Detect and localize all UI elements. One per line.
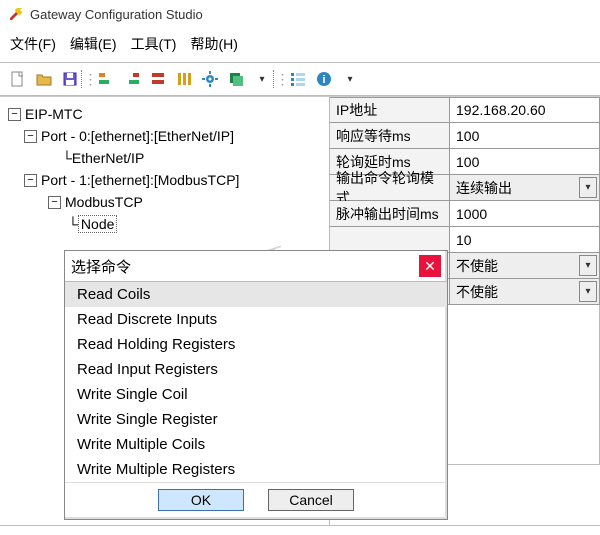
tree-port0-child-label: EtherNet/IP — [72, 150, 144, 166]
property-row: 脉冲输出时间ms 1000 — [330, 201, 600, 227]
toolbar-separator: ⋮ — [86, 68, 90, 90]
tool-align-right-icon[interactable] — [120, 67, 144, 91]
tool-list-icon[interactable] — [286, 67, 310, 91]
property-select[interactable]: 连续输出 ▾ — [450, 175, 600, 201]
property-input[interactable]: 192.168.20.60 — [450, 97, 600, 123]
property-value-text: 连续输出 — [456, 178, 512, 198]
property-select[interactable]: 不使能 ▾ — [450, 253, 600, 279]
property-value-text: 100 — [456, 154, 479, 170]
menu-edit[interactable]: 编辑(E) — [70, 34, 117, 54]
tree-expander-icon[interactable]: − — [24, 174, 37, 187]
command-option[interactable]: Write Multiple Registers — [65, 457, 447, 482]
save-icon[interactable] — [58, 67, 82, 91]
open-icon[interactable] — [32, 67, 56, 91]
property-label: IP地址 — [330, 97, 450, 123]
property-label: 响应等待ms — [330, 123, 450, 149]
command-option[interactable]: Write Single Register — [65, 407, 447, 432]
command-option[interactable]: Read Coils — [65, 282, 447, 307]
property-label: 输出命令轮询模式 — [330, 175, 450, 201]
toolbar: ⋮ ▾ ⋮ i ▾ — [0, 62, 600, 96]
dialog-header: 选择命令 ✕ — [65, 251, 447, 281]
property-row: 输出命令轮询模式连续输出 ▾ — [330, 175, 600, 201]
tree-expander-icon[interactable]: − — [24, 130, 37, 143]
select-command-dialog: 选择命令 ✕ Read CoilsRead Discrete InputsRea… — [64, 250, 448, 520]
cancel-button[interactable]: Cancel — [268, 489, 354, 511]
command-option[interactable]: Read Input Registers — [65, 357, 447, 382]
dialog-list[interactable]: Read CoilsRead Discrete InputsRead Holdi… — [65, 281, 447, 482]
chevron-down-icon[interactable]: ▾ — [579, 255, 597, 276]
tool-align-left-icon[interactable] — [94, 67, 118, 91]
dialog-buttons: OK Cancel — [65, 482, 447, 519]
property-value-text: 不使能 — [456, 256, 498, 276]
command-option[interactable]: Read Holding Registers — [65, 332, 447, 357]
property-input[interactable]: 100 — [450, 123, 600, 149]
tree-node-label: Node — [78, 215, 117, 233]
chevron-down-icon[interactable]: ▾ — [579, 177, 597, 198]
close-icon[interactable]: ✕ — [419, 255, 441, 277]
tool-layers-icon[interactable] — [224, 67, 248, 91]
tool-gear-icon[interactable] — [198, 67, 222, 91]
tree-port1[interactable]: − Port - 1:[ethernet]:[ModbusTCP] — [4, 169, 325, 191]
tool-bars-icon[interactable] — [172, 67, 196, 91]
property-label: 脉冲输出时间ms — [330, 201, 450, 227]
command-option[interactable]: Write Multiple Coils — [65, 432, 447, 457]
tree-expander-icon[interactable]: − — [48, 196, 61, 209]
app-icon — [8, 6, 24, 22]
tool-info-dropdown-icon[interactable]: ▾ — [338, 67, 362, 91]
tree-port0-child[interactable]: └EtherNet/IP — [4, 147, 325, 169]
chevron-down-icon[interactable]: ▾ — [579, 281, 597, 302]
tree-root[interactable]: − EIP-MTC — [4, 103, 325, 125]
command-option[interactable]: Write Single Coil — [65, 382, 447, 407]
tree-port1-child-label: ModbusTCP — [65, 191, 143, 213]
tool-dropdown-icon[interactable]: ▾ — [250, 67, 274, 91]
menubar: 文件(F) 编辑(E) 工具(T) 帮助(H) — [0, 28, 600, 62]
tree-port0-label: Port - 0:[ethernet]:[EtherNet/IP] — [41, 125, 234, 147]
tree-root-label: EIP-MTC — [25, 103, 83, 125]
command-option[interactable]: Read Discrete Inputs — [65, 307, 447, 332]
property-row: IP地址 192.168.20.60 — [330, 97, 600, 123]
tree-node[interactable]: └Node — [4, 213, 325, 235]
svg-text:i: i — [322, 74, 325, 86]
titlebar: Gateway Configuration Studio — [0, 0, 600, 28]
menu-file[interactable]: 文件(F) — [10, 34, 56, 54]
tool-stack-icon[interactable] — [146, 67, 170, 91]
tree-port1-label: Port - 1:[ethernet]:[ModbusTCP] — [41, 169, 239, 191]
window-title: Gateway Configuration Studio — [30, 7, 203, 22]
property-value-text: 100 — [456, 128, 479, 144]
property-value-text: 10 — [456, 232, 472, 248]
property-input[interactable]: 1000 — [450, 201, 600, 227]
property-value-text: 不使能 — [456, 282, 498, 302]
property-input[interactable]: 100 — [450, 149, 600, 175]
property-input[interactable]: 10 — [450, 227, 600, 253]
tree-port1-child[interactable]: − ModbusTCP — [4, 191, 325, 213]
tree-expander-icon[interactable]: − — [8, 108, 21, 121]
ok-button[interactable]: OK — [158, 489, 244, 511]
menu-help[interactable]: 帮助(H) — [190, 34, 237, 54]
property-value-text: 192.168.20.60 — [456, 102, 546, 118]
tree-port0[interactable]: − Port - 0:[ethernet]:[EtherNet/IP] — [4, 125, 325, 147]
property-value-text: 1000 — [456, 206, 487, 222]
toolbar-separator-2: ⋮ — [278, 68, 282, 90]
property-row: 响应等待ms 100 — [330, 123, 600, 149]
property-select[interactable]: 不使能 ▾ — [450, 279, 600, 305]
new-icon[interactable] — [6, 67, 30, 91]
menu-tools[interactable]: 工具(T) — [131, 34, 177, 54]
tool-info-icon[interactable]: i — [312, 67, 336, 91]
dialog-title: 选择命令 — [71, 256, 419, 277]
